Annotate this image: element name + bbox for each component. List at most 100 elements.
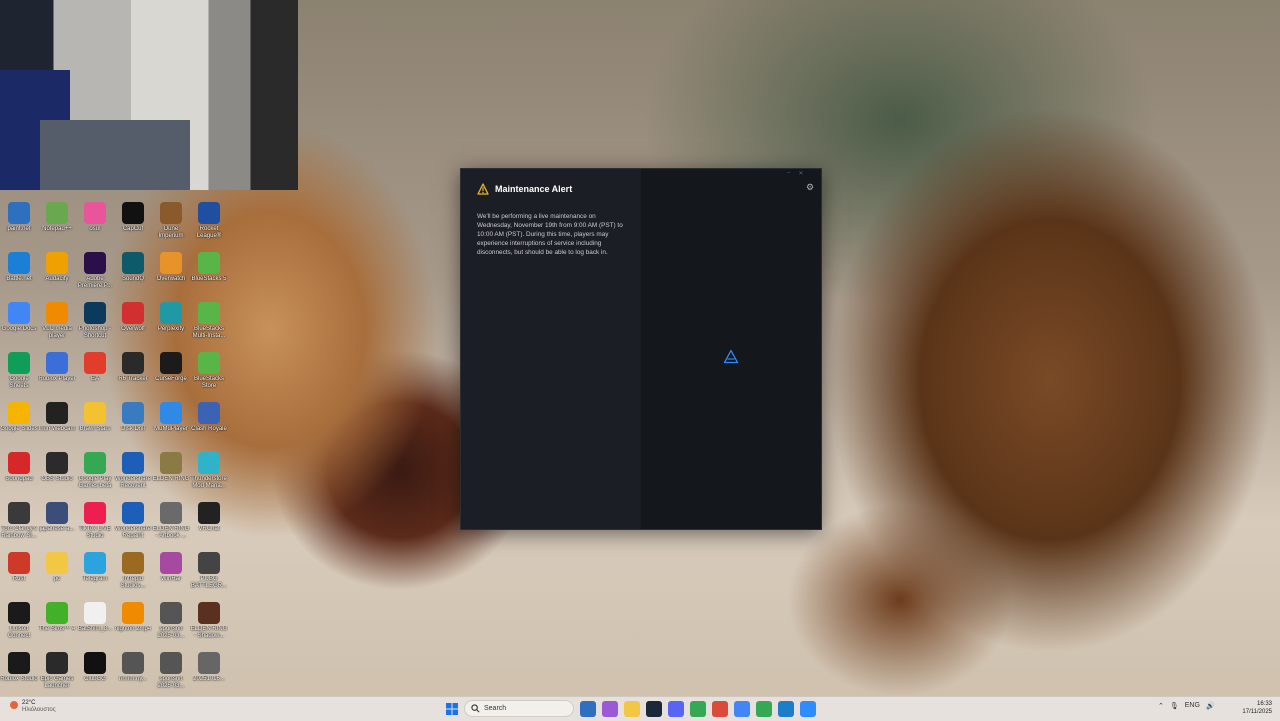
app-icon bbox=[160, 302, 182, 324]
desktop-icon[interactable]: Epic Games Launcher bbox=[38, 648, 76, 698]
desktop-icon[interactable]: VRChat bbox=[190, 498, 228, 548]
desktop-icon[interactable]: paint.net bbox=[0, 198, 38, 248]
desktop-icon[interactable]: BlueStacks Store bbox=[190, 348, 228, 398]
chrome-alt-icon[interactable] bbox=[756, 701, 772, 717]
app-icon bbox=[198, 202, 220, 224]
desktop-icon[interactable]: BlueStacks Multi-Insta... bbox=[190, 298, 228, 348]
close-icon[interactable]: ✕ bbox=[798, 170, 803, 177]
desktop-icon[interactable]: Dune Imperium bbox=[152, 198, 190, 248]
desktop-icon[interactable]: Rocket League® bbox=[190, 198, 228, 248]
gear-icon[interactable]: ⚙ bbox=[805, 182, 815, 192]
discord-icon[interactable] bbox=[668, 701, 684, 717]
desktop-icon[interactable]: osu! bbox=[76, 198, 114, 248]
desktop-icon[interactable]: EA bbox=[76, 348, 114, 398]
desktop-icon[interactable]: Adobe Premiere P... bbox=[76, 248, 114, 298]
desktop-icon[interactable]: Intrepid Studios... bbox=[114, 548, 152, 598]
desktop-icon[interactable]: Notepad++ bbox=[38, 198, 76, 248]
chrome-profile-icon[interactable] bbox=[734, 701, 750, 717]
copilot-icon[interactable] bbox=[602, 701, 618, 717]
desktop-icon[interactable]: sportsrin 2025-03... bbox=[152, 648, 190, 698]
desktop-icon[interactable]: Battle.net bbox=[0, 248, 38, 298]
folder-icon[interactable] bbox=[624, 701, 640, 717]
desktop-icon[interactable]: Perplexity bbox=[152, 298, 190, 348]
desktop-icon[interactable]: Wondershare Recoverit bbox=[114, 448, 152, 498]
app-icon[interactable] bbox=[712, 701, 728, 717]
desktop-icon[interactable]: nightrin 2mp4 bbox=[114, 598, 152, 648]
desktop-icon[interactable]: BatShim_8... bbox=[76, 598, 114, 648]
desktop-icon[interactable]: Google Docs bbox=[0, 298, 38, 348]
desktop-icon[interactable]: Roblox Player bbox=[38, 348, 76, 398]
chevron-up-icon[interactable]: ⌃ bbox=[1158, 702, 1164, 710]
desktop-icon[interactable]: ELDEN RING bbox=[152, 448, 190, 498]
desktop-icon-row: Google Docs VLC media player Photoshop - S… bbox=[0, 298, 230, 348]
desktop-icon[interactable]: Rust bbox=[0, 548, 38, 598]
microphone-icon[interactable]: 🎙 bbox=[1170, 702, 1179, 710]
desktop-icon[interactable]: SoundQ bbox=[114, 248, 152, 298]
maintenance-window: Maintenance Alert We'll be performing a … bbox=[460, 168, 822, 530]
language-indicator[interactable]: ENG bbox=[1185, 702, 1200, 710]
speaker-icon[interactable]: 🔊 bbox=[1206, 702, 1215, 710]
app-icon bbox=[46, 252, 68, 274]
desktop-icon[interactable]: BlueStacks 5 bbox=[190, 248, 228, 298]
taskbar-clock[interactable]: 16:33 17/11/2025 bbox=[1238, 700, 1272, 716]
desktop-icon[interactable]: The Sims™ 4 bbox=[38, 598, 76, 648]
minimize-icon[interactable]: – bbox=[787, 170, 790, 177]
window-controls[interactable]: – ✕ bbox=[787, 170, 803, 177]
desktop-icon[interactable]: TikTok LIVE Studio bbox=[76, 498, 114, 548]
chrome-icon[interactable] bbox=[690, 701, 706, 717]
desktop-icon-label: Notepad++ bbox=[42, 226, 72, 232]
desktop-icon[interactable]: CapCut bbox=[114, 198, 152, 248]
desktop-icon[interactable]: PUBG BATTLEGR... bbox=[190, 548, 228, 598]
desktop-icon[interactable]: Overwolf bbox=[114, 298, 152, 348]
desktop-icon[interactable]: Soundpad bbox=[0, 448, 38, 498]
desktop-icon[interactable]: japanese-a... bbox=[38, 498, 76, 548]
desktop-icon[interactable]: Audacity bbox=[38, 248, 76, 298]
desktop-icon[interactable]: Iriun Webcam bbox=[38, 398, 76, 448]
monitor-icon[interactable] bbox=[778, 701, 794, 717]
app-icon bbox=[46, 202, 68, 224]
desktop-icon[interactable]: Wondershare Repairit bbox=[114, 498, 152, 548]
desktop-icon[interactable]: Ubisoft Connect bbox=[0, 598, 38, 648]
desktop-icon[interactable]: R6 Tracker bbox=[114, 348, 152, 398]
desktop-icon[interactable]: nrmm.ny... bbox=[114, 648, 152, 698]
desktop-icon-label: R6 Tracker bbox=[118, 376, 148, 382]
desktop-icon[interactable]: MuMuPlayer bbox=[152, 398, 190, 448]
windows-start-icon[interactable] bbox=[446, 703, 458, 715]
desktop-icon-label: sportsrin 2025-03... bbox=[157, 626, 185, 639]
desktop-icon[interactable]: Telegram bbox=[76, 548, 114, 598]
desktop-icon[interactable]: Clash Royale bbox=[190, 398, 228, 448]
desktop-icon[interactable]: ELDEN RING - Shadow... bbox=[190, 598, 228, 648]
system-tray: ⌃ 🎙 ENG 🔊 bbox=[1158, 702, 1215, 710]
taskbar: 22°C Ηλιόλουστος Search ⌃ 🎙 ENG 🔊 16:33 … bbox=[0, 696, 1280, 721]
app-icon bbox=[84, 352, 106, 374]
desktop-icon[interactable]: WinRar bbox=[152, 548, 190, 598]
desktop-icon[interactable]: Overwatch bbox=[152, 248, 190, 298]
desktop-icon[interactable]: Google Play Games beta bbox=[76, 448, 114, 498]
desktop-icon-label: VRChat bbox=[198, 526, 220, 532]
desktop-icon[interactable]: sportsrin 2025-03... bbox=[152, 598, 190, 648]
desktop-icon[interactable]: Google Slides bbox=[0, 398, 38, 448]
desktop-icon[interactable]: Roblox Studio bbox=[0, 648, 38, 698]
game-launcher-icon[interactable] bbox=[800, 701, 816, 717]
desktop-icon-label: EA bbox=[90, 376, 99, 382]
desktop-icon[interactable]: Thunderstore Mod Mana... bbox=[190, 448, 228, 498]
desktop-icon[interactable]: ELDEN RING - Artbook ... bbox=[152, 498, 190, 548]
taskbar-search[interactable]: Search bbox=[464, 700, 574, 717]
desktop-icon[interactable]: Brawl Stars bbox=[76, 398, 114, 448]
desktop-icon[interactable]: ClubGG bbox=[76, 648, 114, 698]
desktop-icon[interactable]: Disk Drill bbox=[114, 398, 152, 448]
desktop-icon-label: Google Sheets bbox=[9, 376, 29, 389]
desktop-icon[interactable]: pc bbox=[38, 548, 76, 598]
steam-icon[interactable] bbox=[646, 701, 662, 717]
desktop-icon[interactable]: CurseForge bbox=[152, 348, 190, 398]
app-icon bbox=[122, 302, 144, 324]
weather-widget[interactable]: 22°C Ηλιόλουστος bbox=[10, 700, 56, 714]
file-explorer-icon[interactable] bbox=[580, 701, 596, 717]
desktop-icon[interactable]: Photoshop - Shortcut bbox=[76, 298, 114, 348]
desktop-icon[interactable]: OBS Studio bbox=[38, 448, 76, 498]
desktop-icon[interactable]: Google Sheets bbox=[0, 348, 38, 398]
desktop-icon[interactable]: Tom Clancy's Rainbow Si... bbox=[0, 498, 38, 548]
desktop-icon[interactable]: 20251016... bbox=[190, 648, 228, 698]
desktop-icon[interactable]: VLC media player bbox=[38, 298, 76, 348]
app-icon bbox=[160, 202, 182, 224]
